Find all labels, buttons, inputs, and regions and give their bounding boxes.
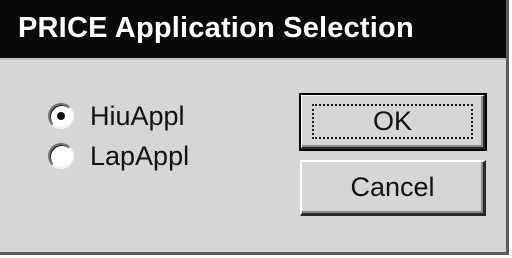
radio-label-lapappl[interactable]: LapAppl — [90, 141, 189, 172]
radio-label-hiuappl[interactable]: HiuAppl — [90, 101, 185, 132]
ok-button[interactable]: OK — [299, 93, 487, 151]
ok-button-label: OK — [372, 106, 412, 136]
title-bar[interactable]: PRICE Application Selection — [0, 0, 506, 60]
cancel-button[interactable]: Cancel — [300, 160, 486, 216]
cancel-button-label: Cancel — [350, 172, 435, 202]
radio-option-lapappl[interactable]: LapAppl — [48, 138, 189, 174]
window-title: PRICE Application Selection — [18, 12, 414, 44]
radio-button-hiuappl[interactable] — [48, 103, 74, 129]
radio-selected-dot — [57, 112, 65, 120]
application-selection-dialog: PRICE Application Selection HiuAppl LapA… — [0, 0, 509, 255]
radio-button-lapappl[interactable] — [48, 143, 74, 169]
radio-option-hiuappl[interactable]: HiuAppl — [48, 98, 185, 134]
